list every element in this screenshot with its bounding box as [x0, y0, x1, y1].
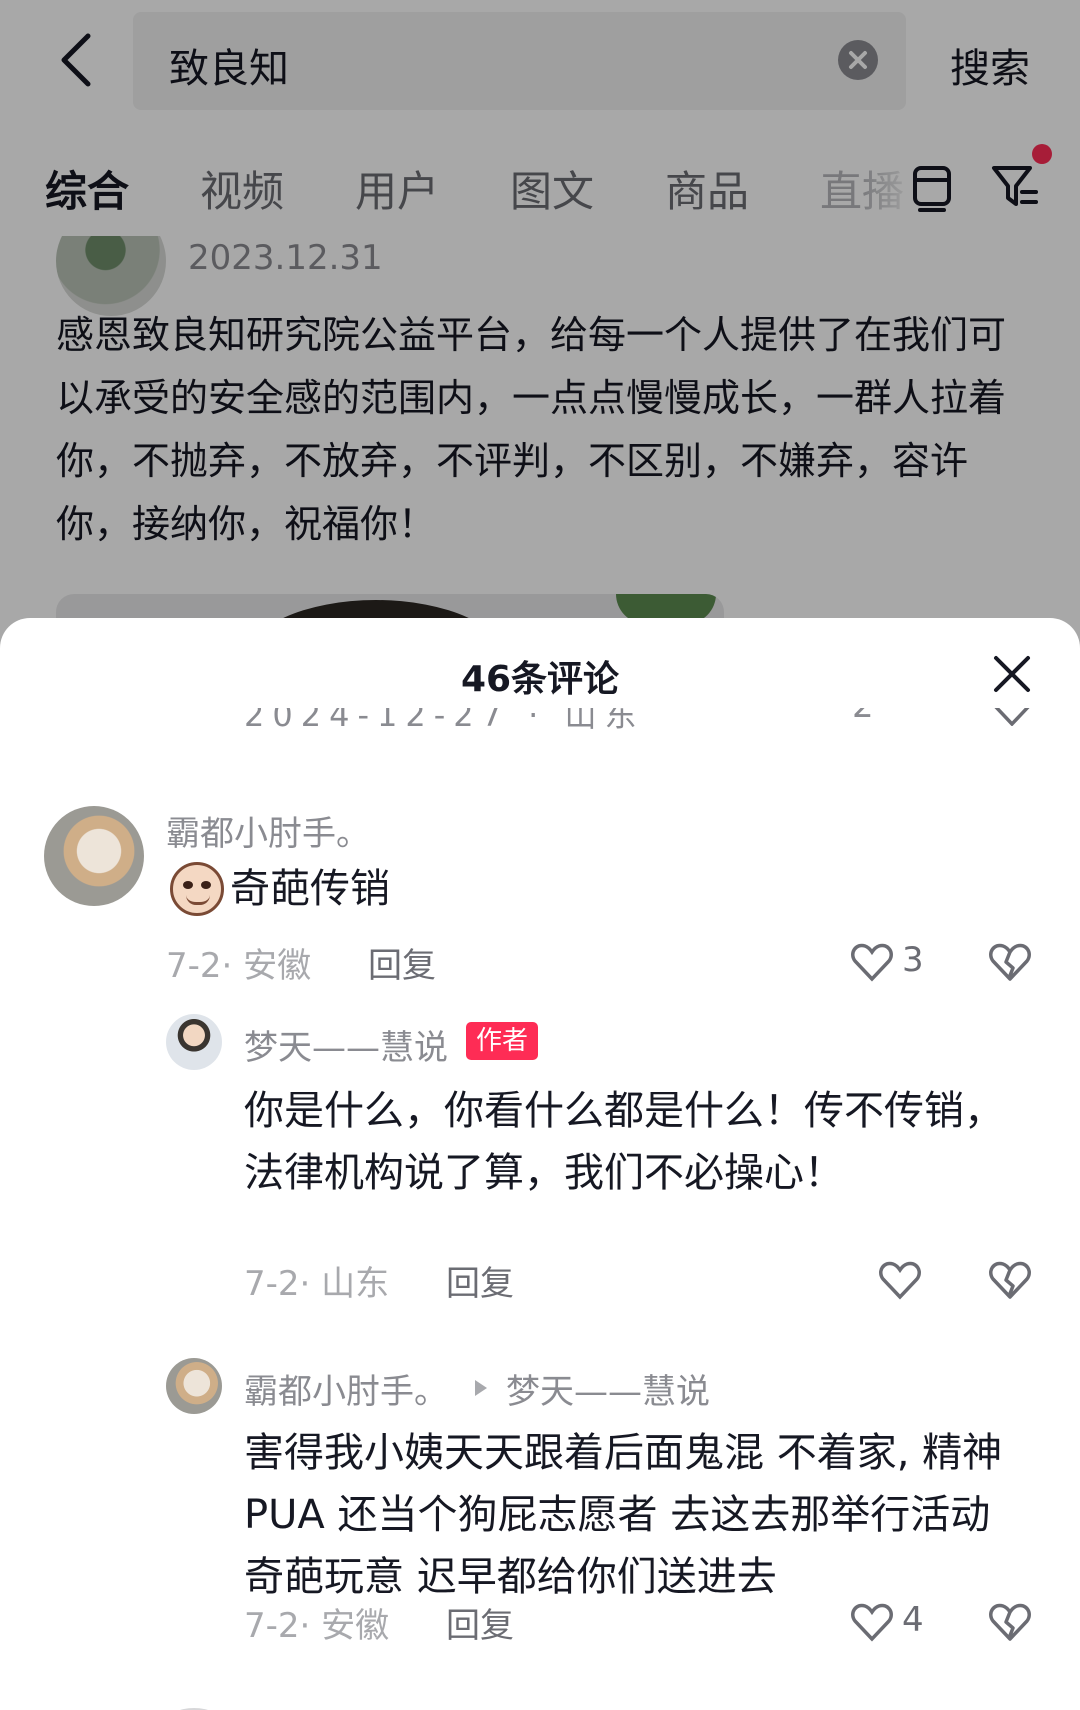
close-icon[interactable]	[992, 654, 1032, 694]
commenter-avatar[interactable]	[166, 1358, 222, 1414]
heart-icon	[879, 1261, 921, 1300]
heart-icon	[851, 1603, 893, 1642]
reply-button[interactable]: 回复	[446, 1256, 514, 1305]
dislike-icon[interactable]	[988, 940, 1032, 982]
reply-username[interactable]: 梦天——慧说	[244, 1020, 448, 1069]
previous-comment-partial: 2024-12-27 · 山东 2	[0, 708, 1080, 736]
comments-sheet: 46条评论 2024-12-27 · 山东 2 霸都小肘手。 奇葩传销 7-2·…	[0, 618, 1080, 1710]
comment-text: 奇葩传销	[230, 866, 390, 912]
partial-like-count: 2	[852, 708, 874, 726]
like-count: 3	[902, 940, 924, 980]
emoji-icon	[170, 862, 224, 916]
author-avatar[interactable]	[166, 1014, 222, 1070]
reply-button[interactable]: 回复	[446, 1598, 514, 1647]
partial-comment-meta: 2024-12-27 · 山东	[244, 708, 645, 734]
reply-time-location: 7-2· 山东	[244, 1264, 390, 1304]
reply-to-arrow-icon	[475, 1380, 487, 1396]
reply-text: 你是什么，你看什么都是什么！传不传销，法律机构说了算，我们不必操心！	[244, 1088, 1004, 1196]
author-badge: 作者	[466, 1022, 539, 1060]
reply-text: 害得我小姨天天跟着后面鬼混 不着家, 精神PUA 还当个狗屁志愿者 去这去那举行…	[244, 1430, 1003, 1600]
dislike-icon[interactable]	[988, 1258, 1032, 1300]
commenter-avatar[interactable]	[44, 806, 144, 906]
reply-to-username[interactable]: 梦天——慧说	[506, 1364, 710, 1413]
comment-time-location: 7-2· 安徽	[166, 946, 312, 986]
reply-username[interactable]: 霸都小肘手。	[244, 1364, 448, 1413]
comment-username[interactable]: 霸都小肘手。	[166, 806, 370, 855]
dislike-icon[interactable]	[988, 1600, 1032, 1642]
like-count: 4	[902, 1600, 924, 1640]
reply-button[interactable]: 回复	[368, 938, 436, 987]
partial-dislike-icon[interactable]	[990, 708, 1034, 726]
heart-icon	[851, 943, 893, 982]
comments-count-title: 46条评论	[460, 659, 620, 700]
reply-time-location: 7-2· 安徽	[244, 1606, 390, 1646]
